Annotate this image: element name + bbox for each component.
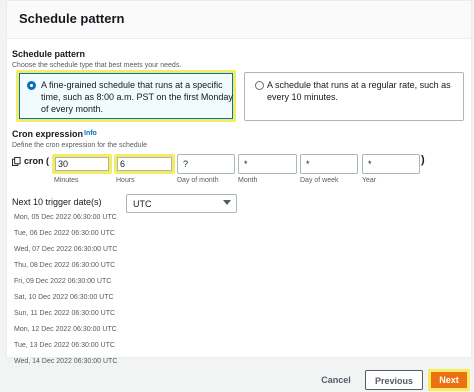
page-title: Schedule pattern <box>19 11 125 26</box>
cron-day-of-month-value: ? <box>183 159 189 169</box>
schedule-pattern-description: Choose the schedule type that best meets… <box>12 62 182 69</box>
timezone-select[interactable]: UTC <box>126 194 237 213</box>
schedule-pattern-label: Schedule pattern <box>12 49 86 59</box>
info-link[interactable]: Info <box>84 130 97 137</box>
trigger-date: Fri, 09 Dec 2022 06:30:00 UTC <box>14 278 112 285</box>
cron-hours-input[interactable]: 6 <box>114 154 175 174</box>
trigger-date: Wed, 14 Dec 2022 06:30:00 UTC <box>14 358 118 365</box>
cron-minutes-value: 30 <box>58 159 69 169</box>
caret-down-icon <box>223 200 231 205</box>
option-rate-based-schedule[interactable]: A schedule that runs at a regular rate, … <box>244 72 464 121</box>
cron-field-caption: Day of week <box>300 177 339 184</box>
cron-hours-value: 6 <box>120 159 126 169</box>
trigger-date: Sun, 11 Dec 2022 06:30:00 UTC <box>14 310 116 317</box>
cron-field-caption: Hours <box>116 177 135 184</box>
trigger-date: Wed, 07 Dec 2022 06:30:00 UTC <box>14 246 118 253</box>
trigger-date: Tue, 13 Dec 2022 06:30:00 UTC <box>14 342 115 349</box>
trigger-date: Thu, 08 Dec 2022 06:30:00 UTC <box>14 262 116 269</box>
option-text-line: of every month. <box>41 104 104 114</box>
cron-field-caption: Minutes <box>54 177 79 184</box>
cron-suffix: ) <box>421 154 425 166</box>
cron-prefix: cron ( <box>24 156 50 166</box>
cron-year-input[interactable]: * <box>362 154 420 174</box>
copy-icon[interactable] <box>12 157 21 166</box>
trigger-date: Tue, 06 Dec 2022 06:30:00 UTC <box>14 230 115 237</box>
previous-button[interactable]: Previous <box>365 370 423 390</box>
cron-year-value: * <box>368 159 372 169</box>
trigger-date: Mon, 05 Dec 2022 06:30:00 UTC <box>14 214 117 221</box>
radio-selected-icon[interactable] <box>27 81 36 90</box>
next-trigger-dates-label: Next 10 trigger date(s) <box>12 197 102 207</box>
cron-day-of-week-value: * <box>306 159 310 169</box>
cron-month-input[interactable]: * <box>238 154 297 174</box>
cron-minutes-input[interactable]: 30 <box>52 154 112 174</box>
cron-expression-description: Define the cron expression for the sched… <box>12 142 148 149</box>
radio-unselected-icon[interactable] <box>255 81 264 90</box>
timezone-value: UTC <box>133 199 152 209</box>
option-text-line: time, such as 8:00 a.m. PST on the first… <box>41 92 233 102</box>
cancel-button[interactable]: Cancel <box>312 370 360 390</box>
cron-month-value: * <box>244 159 248 169</box>
cron-expression-label: Cron expression <box>12 129 84 139</box>
cron-field-caption: Month <box>238 177 258 184</box>
option-fine-grained-schedule[interactable]: A fine-grained schedule that runs at a s… <box>16 70 236 122</box>
option-text-line: every 10 minutes. <box>267 92 339 102</box>
cron-field-caption: Year <box>362 177 377 184</box>
trigger-date: Sat, 10 Dec 2022 06:30:00 UTC <box>14 294 114 301</box>
option-text-line: A schedule that runs at a regular rate, … <box>267 80 451 90</box>
option-text-line: A fine-grained schedule that runs at a s… <box>41 80 223 90</box>
next-button[interactable]: Next <box>428 369 470 391</box>
cron-day-of-month-input[interactable]: ? <box>177 154 235 174</box>
trigger-date: Mon, 12 Dec 2022 06:30:00 UTC <box>14 326 117 333</box>
cron-field-caption: Day of month <box>177 177 219 184</box>
cron-day-of-week-input[interactable]: * <box>300 154 358 174</box>
